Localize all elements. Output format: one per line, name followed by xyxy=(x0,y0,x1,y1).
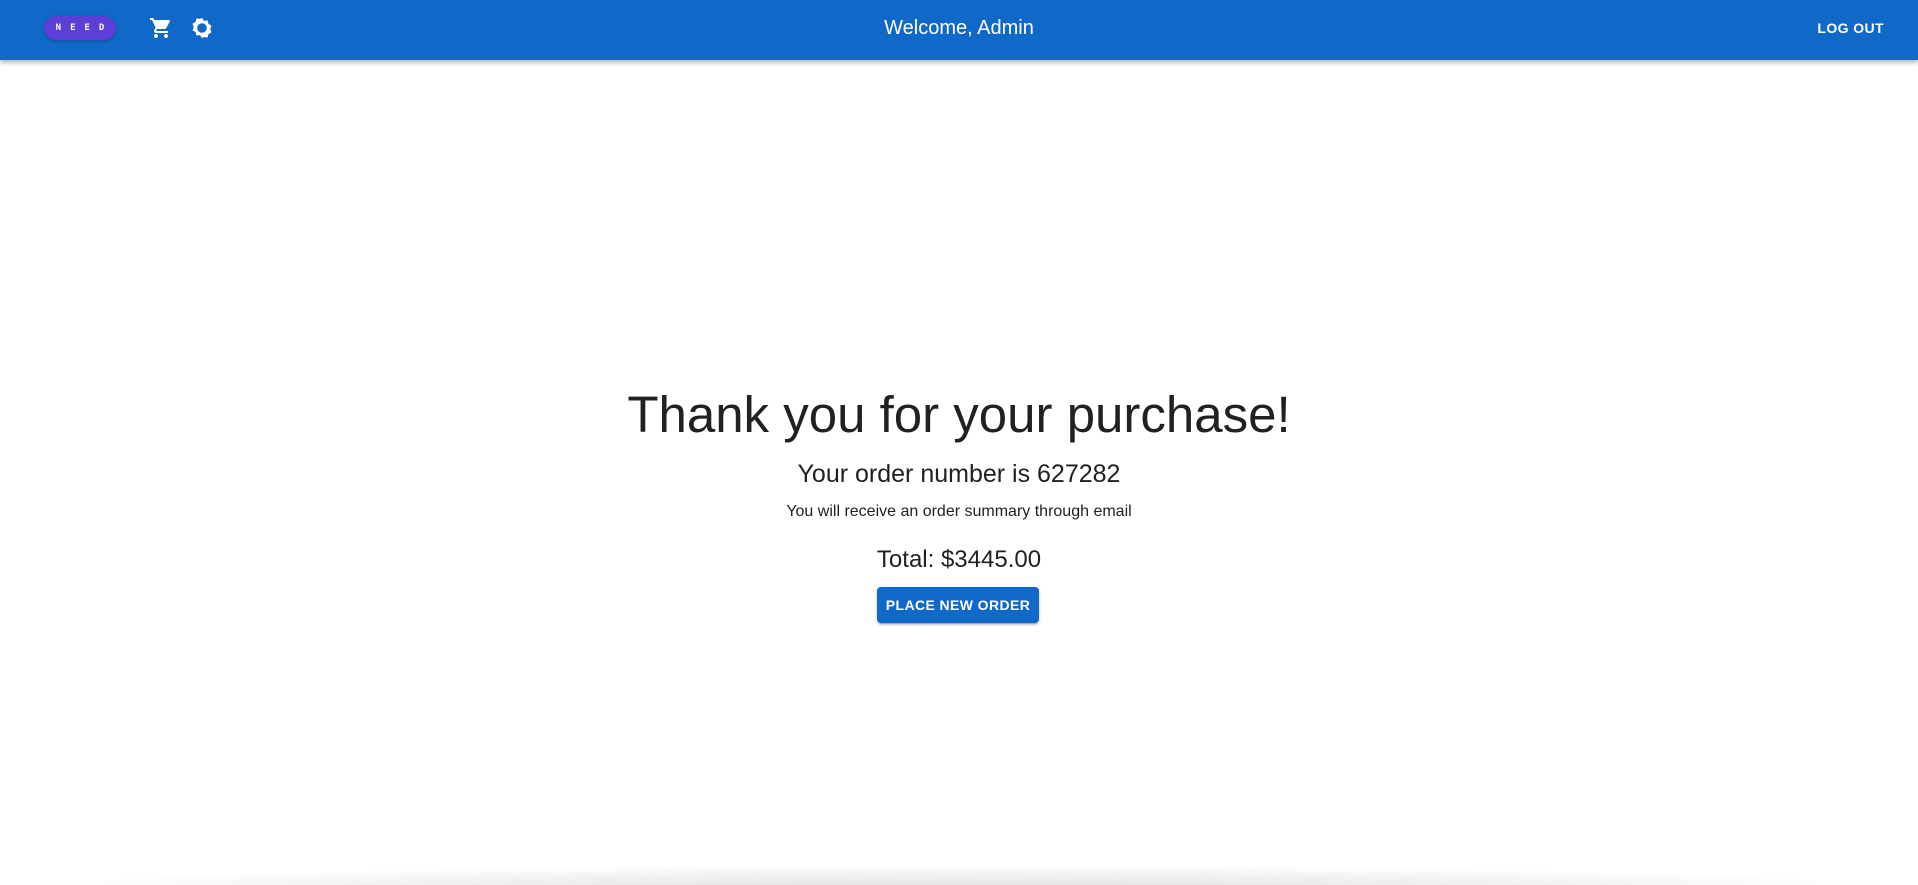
settings-button[interactable] xyxy=(186,12,218,44)
need-logo[interactable]: N E E D xyxy=(44,16,116,40)
app-root: N E E D Welcome, Admin LOG OUT Thank you… xyxy=(0,0,1918,885)
logo-letter: E xyxy=(84,23,90,33)
logo-letter: D xyxy=(98,23,105,33)
cart-button[interactable] xyxy=(145,12,177,44)
bottom-shadow-divider xyxy=(0,865,1918,885)
order-total: Total: $3445.00 xyxy=(876,546,1042,573)
shopping-cart-icon xyxy=(150,18,171,38)
order-number-text: Your order number is 627282 xyxy=(797,460,1121,488)
place-new-order-button[interactable]: PLACE NEW ORDER xyxy=(877,587,1039,623)
top-app-bar: N E E D Welcome, Admin LOG OUT xyxy=(0,0,1918,60)
logo-letter: E xyxy=(70,23,76,33)
logout-button[interactable]: LOG OUT xyxy=(1809,14,1892,42)
thank-you-heading: Thank you for your purchase! xyxy=(627,386,1291,443)
logo-letter: N xyxy=(55,23,62,33)
gear-icon xyxy=(192,18,212,38)
email-summary-note: You will receive an order summary throug… xyxy=(786,503,1132,520)
welcome-message: Welcome, Admin xyxy=(884,17,1034,39)
order-confirmation: Thank you for your purchase! Your order … xyxy=(0,60,1918,885)
